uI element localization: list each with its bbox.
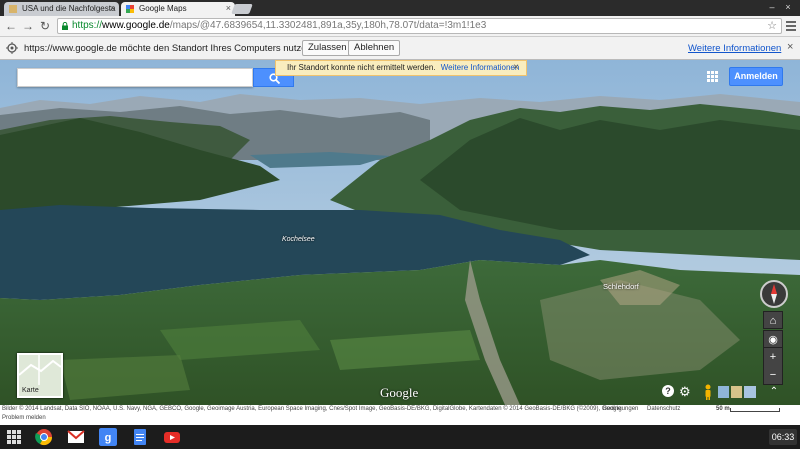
document-favicon-icon	[9, 5, 17, 13]
close-tab-icon[interactable]: ×	[226, 2, 231, 15]
tab-strip: USA und die Nachfolgesta × Google Maps ×…	[0, 0, 800, 16]
address-bar[interactable]: https://www.google.de/maps/@47.6839654,1…	[57, 18, 782, 34]
back-icon[interactable]: ←	[4, 19, 18, 33]
svg-text:g: g	[105, 432, 112, 444]
apps-grid-icon[interactable]	[707, 71, 718, 82]
bookmark-star-icon[interactable]: ☆	[767, 19, 777, 33]
map-type-switcher[interactable]: Karte	[17, 353, 63, 398]
map-viewport[interactable]: Ihr Standort konnte nicht ermittelt werd…	[0, 60, 800, 425]
more-info-link[interactable]: Weitere Informationen	[688, 43, 781, 54]
compass-control[interactable]	[760, 280, 788, 308]
location-error-toast: Ihr Standort konnte nicht ermittelt werd…	[275, 60, 527, 76]
url-host: www.google.de	[102, 20, 170, 31]
url-path: /maps/@47.6839654,11.3302481,891a,35y,18…	[169, 20, 487, 31]
docs-icon[interactable]	[131, 428, 149, 446]
tab-google-maps[interactable]: Google Maps ×	[121, 2, 235, 16]
imagery-attribution: Bilder © 2014 Landsat, Data SIO, NOAA, U…	[2, 406, 622, 412]
map-thumbnail-icon	[19, 355, 61, 385]
close-window-icon[interactable]: ×	[782, 2, 794, 13]
app-launcher-icon[interactable]	[7, 430, 21, 444]
url-protocol: https://	[72, 20, 103, 31]
sign-in-button[interactable]: Anmelden	[729, 67, 783, 86]
tilt-button[interactable]: ⌂	[763, 311, 783, 329]
forward-icon[interactable]: →	[21, 19, 35, 33]
search-input[interactable]	[17, 68, 253, 87]
scale-bar	[730, 408, 780, 412]
map-type-label: Karte	[22, 387, 39, 394]
reload-icon[interactable]: ↻	[38, 19, 52, 33]
deny-button[interactable]: Ablehnen	[348, 40, 401, 56]
help-icon[interactable]: ?	[662, 385, 674, 397]
close-infobar-icon[interactable]: ×	[787, 41, 793, 53]
infobar-message: https://www.google.de möchte den Standor…	[24, 43, 315, 54]
scale-label[interactable]: 50 m	[716, 406, 730, 412]
zoom-out-button[interactable]: −	[764, 366, 782, 384]
new-tab-button[interactable]	[231, 4, 253, 14]
screen: USA und die Nachfolgesta × Google Maps ×…	[0, 0, 800, 449]
my-location-button[interactable]: ◉	[763, 330, 783, 348]
compass-icon	[771, 284, 777, 304]
zoom-in-button[interactable]: +	[764, 348, 782, 366]
toast-message: Ihr Standort konnte nicht ermittelt werd…	[287, 63, 436, 72]
location-permission-infobar: https://www.google.de möchte den Standor…	[0, 37, 800, 60]
toast-more-info-link[interactable]: Weitere Informationen	[441, 63, 520, 72]
allow-button[interactable]: Zulassen	[302, 40, 353, 56]
google-logo: Google	[380, 385, 419, 400]
gear-icon[interactable]: ⚙	[679, 385, 692, 398]
youtube-icon[interactable]	[163, 428, 181, 446]
privacy-link[interactable]: Datenschutz	[647, 406, 680, 412]
terms-link[interactable]: Bedingungen	[603, 406, 638, 412]
map-footer: Bilder © 2014 Landsat, Data SIO, NOAA, U…	[0, 405, 800, 425]
imagery-thumbnails-icon[interactable]	[718, 386, 756, 398]
browser-toolbar: ← → ↻ https://www.google.de/maps/@47.683…	[0, 16, 800, 37]
minimize-icon[interactable]: –	[766, 2, 778, 13]
tab-title: Google Maps	[139, 4, 187, 13]
report-problem-link[interactable]: Problem melden	[2, 415, 46, 421]
gmail-icon[interactable]	[67, 428, 85, 446]
pegman-icon[interactable]	[704, 384, 712, 400]
location-target-icon	[6, 42, 18, 54]
close-tab-icon[interactable]: ×	[110, 2, 115, 15]
os-shelf: g 06:33	[0, 425, 800, 449]
google-search-icon[interactable]: g	[99, 428, 117, 446]
chrome-icon[interactable]	[35, 428, 53, 446]
browser-menu-icon[interactable]	[786, 21, 796, 31]
zoom-control: + −	[763, 347, 783, 385]
tab-usa[interactable]: USA und die Nachfolgesta ×	[4, 2, 119, 16]
lock-icon	[62, 22, 68, 30]
expand-icon[interactable]: ⌃	[767, 385, 781, 399]
town-label: Schlehdorf	[603, 282, 639, 291]
google-maps-favicon-icon	[126, 5, 134, 13]
system-clock[interactable]: 06:33	[769, 429, 797, 445]
satellite-3d-imagery	[0, 60, 800, 405]
tab-title: USA und die Nachfolgesta	[22, 4, 116, 13]
lake-label: Kochelsee	[282, 236, 315, 243]
close-toast-icon[interactable]: ×	[513, 61, 519, 75]
